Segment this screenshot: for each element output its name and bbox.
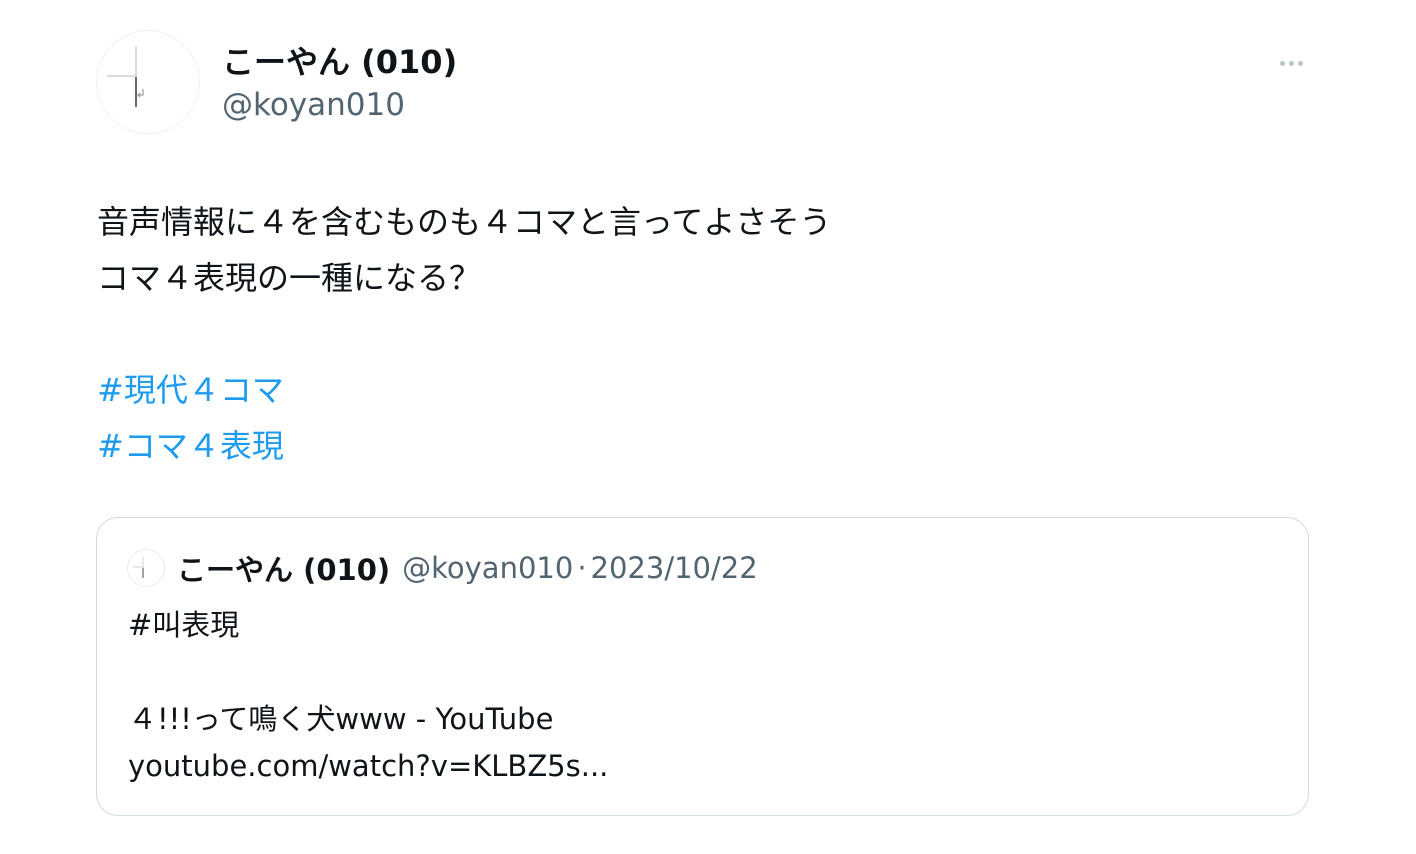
more-horizontal-icon: [1279, 60, 1285, 66]
avatar-image: [107, 46, 144, 107]
quoted-author-display-name: こーやん (010): [177, 553, 391, 587]
author-avatar[interactable]: [96, 30, 200, 134]
more-options-button[interactable]: [1270, 50, 1312, 76]
quoted-tweet-card[interactable]: こーやん (010) @koyan010 · 2023/10/22 #叫表現 ４…: [96, 517, 1309, 816]
avatar-image: [133, 557, 144, 578]
tweet-text: 音声情報に４を含むものも４コマと言ってよさそう コマ４表現の一種になる？ #現代…: [97, 194, 1277, 474]
quoted-link-title: ４!!!って鳴く犬www - YouTube: [128, 702, 554, 736]
quoted-author-handle: @koyan010: [402, 551, 574, 585]
quoted-tweet-text: #叫表現 ４!!!って鳴く犬www - YouTube youtube.com/…: [128, 602, 1278, 790]
quoted-tweet-date: 2023/10/22: [590, 551, 758, 585]
hashtag-link[interactable]: #コマ４表現: [97, 418, 284, 474]
author-display-name[interactable]: こーやん (010): [222, 42, 457, 82]
hashtag-link[interactable]: #現代４コマ: [97, 362, 284, 418]
tweet-text-line: 音声情報に４を含むものも４コマと言ってよさそう: [97, 203, 832, 241]
separator-dot: ·: [577, 551, 587, 585]
quoted-hashtag: #叫表現: [128, 608, 240, 642]
more-horizontal-icon: [1288, 60, 1294, 66]
more-horizontal-icon: [1297, 60, 1303, 66]
author-handle[interactable]: @koyan010: [222, 85, 405, 125]
tweet-text-line: コマ４表現の一種になる？: [97, 259, 482, 297]
quoted-author-avatar: [127, 549, 165, 587]
quoted-tweet-header: こーやん (010) @koyan010 · 2023/10/22: [127, 548, 758, 588]
quoted-link-url: youtube.com/watch?v=KLBZ5s...: [128, 749, 609, 783]
